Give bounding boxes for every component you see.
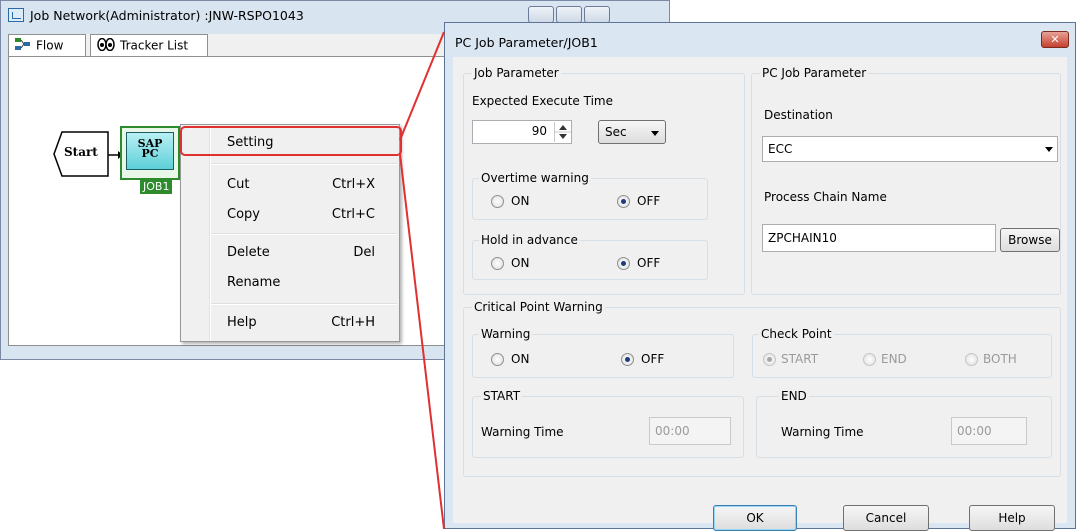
callout-connector-lines [399,31,445,529]
